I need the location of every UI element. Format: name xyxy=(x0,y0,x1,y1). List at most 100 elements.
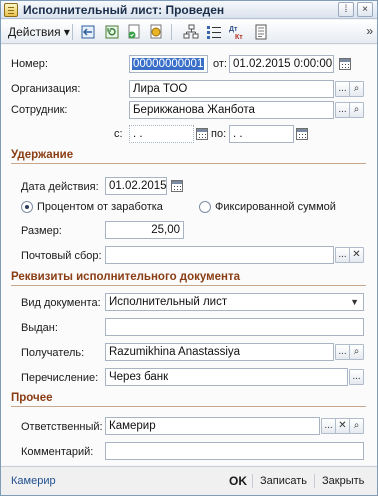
responsible-value: Камерир xyxy=(109,420,156,432)
post-doc-icon[interactable] xyxy=(126,24,142,40)
employee-open-button[interactable]: ⌕ xyxy=(349,102,364,118)
radio-fixed-label[interactable]: Фиксированной суммой xyxy=(215,201,336,213)
responsible-clear-button[interactable]: ✕ xyxy=(335,418,350,434)
arrow-back-icon[interactable] xyxy=(81,24,97,40)
period-from-field[interactable]: . . xyxy=(129,125,194,143)
section-divider xyxy=(11,163,366,164)
section-deduction-title: Удержание xyxy=(11,149,74,161)
ok-button[interactable]: OK xyxy=(229,474,247,488)
radio-percent[interactable] xyxy=(21,201,33,213)
action-date-value: 01.02.2015 xyxy=(109,180,167,192)
organization-label: Организация: xyxy=(11,83,81,95)
number-label: Номер: xyxy=(11,58,48,70)
period-to-field[interactable]: . . xyxy=(229,125,294,143)
action-date-field[interactable]: 01.02.2015 xyxy=(105,177,167,195)
section-requisites-title: Реквизиты исполнительного документа xyxy=(11,271,241,283)
comment-field[interactable] xyxy=(105,442,364,460)
number-value: 00000000001 xyxy=(132,58,205,70)
transfer-value: Через банк xyxy=(109,371,169,383)
comment-label: Комментарий: xyxy=(21,446,94,458)
organization-select-button[interactable]: ... xyxy=(335,81,350,97)
statusbar-separator xyxy=(314,474,315,488)
postal-fee-clear-button[interactable]: ✕ xyxy=(349,247,364,263)
toolbar: Действия ▾ Дт Кт » xyxy=(1,20,377,44)
document-date-field[interactable]: 01.02.2015 0:00:00 xyxy=(229,55,334,73)
list-icon[interactable] xyxy=(206,24,222,40)
organization-value: Лира ТОО xyxy=(133,83,188,95)
responsible-open-button[interactable]: ⌕ xyxy=(349,418,364,434)
print-doc-icon[interactable] xyxy=(253,24,269,40)
issued-field[interactable] xyxy=(105,318,364,336)
title-bar: Исполнительный лист: Проведен ⁞ × xyxy=(1,1,377,19)
issued-label: Выдан: xyxy=(21,322,58,334)
close-button[interactable]: Закрыть xyxy=(322,475,364,487)
document-date-value: 01.02.2015 0:00:00 xyxy=(233,58,333,70)
recipient-value: Razumikhina Anastassiya xyxy=(109,346,241,358)
svg-text:Дт: Дт xyxy=(229,26,238,33)
ellipsis-icon: ... xyxy=(338,83,347,94)
period-from-value: . . xyxy=(133,128,143,140)
svg-text:Кт: Кт xyxy=(235,34,243,40)
section-divider xyxy=(11,406,366,407)
action-date-label: Дата действия: xyxy=(21,181,99,193)
clear-icon: ✕ xyxy=(338,420,347,431)
window-title: Исполнительный лист: Проведен xyxy=(23,3,225,17)
responsible-select-button[interactable]: ... xyxy=(321,418,336,434)
postal-fee-label: Почтовый сбор: xyxy=(21,250,102,262)
search-icon: ⌕ xyxy=(353,420,360,431)
calendar-icon[interactable] xyxy=(339,58,351,70)
dt-kt-icon[interactable]: Дт Кт xyxy=(229,24,245,40)
radio-fixed[interactable] xyxy=(199,201,211,213)
search-icon: ⌕ xyxy=(353,104,360,115)
doc-type-label: Вид документа: xyxy=(21,297,101,309)
responsible-field[interactable]: Камерир xyxy=(105,417,320,435)
calendar-icon[interactable] xyxy=(196,128,208,140)
postal-fee-field[interactable] xyxy=(105,246,334,264)
clear-icon: ✕ xyxy=(352,249,361,260)
toolbar-separator xyxy=(171,24,172,40)
employee-field[interactable]: Берикжанова Жанбота xyxy=(129,101,334,119)
ellipsis-icon: ... xyxy=(338,104,347,115)
calendar-icon[interactable] xyxy=(171,180,183,192)
transfer-select-button[interactable]: ... xyxy=(349,369,364,385)
transfer-field[interactable]: Через банк xyxy=(105,368,348,386)
date-from-label: от: xyxy=(213,58,227,70)
close-window-button[interactable]: × xyxy=(357,2,373,17)
dropdown-arrow-icon: ▾ xyxy=(63,25,70,39)
radio-percent-label[interactable]: Процентом от заработка xyxy=(37,201,163,213)
window-menu-button[interactable]: ⁞ xyxy=(338,2,354,17)
chevron-down-icon[interactable]: ▼ xyxy=(350,294,359,310)
unpost-doc-icon[interactable] xyxy=(148,24,164,40)
structure-icon[interactable] xyxy=(183,24,199,40)
recipient-field[interactable]: Razumikhina Anastassiya xyxy=(105,343,334,361)
size-value: 25,00 xyxy=(151,224,180,236)
refresh-doc-icon[interactable] xyxy=(104,24,120,40)
period-from-label: с: xyxy=(114,128,123,140)
size-label: Размер: xyxy=(21,225,62,237)
organization-open-button[interactable]: ⌕ xyxy=(349,81,364,97)
recipient-select-button[interactable]: ... xyxy=(335,344,350,360)
calendar-icon[interactable] xyxy=(296,128,308,140)
save-button[interactable]: Записать xyxy=(260,475,307,487)
postal-fee-select-button[interactable]: ... xyxy=(335,247,350,263)
number-field[interactable]: 00000000001 xyxy=(129,55,208,73)
organization-field[interactable]: Лира ТОО xyxy=(129,80,334,98)
form-body: Номер: 00000000001 от: 01.02.2015 0:00:0… xyxy=(1,45,377,465)
doc-type-value: Исполнительный лист xyxy=(109,296,228,308)
recipient-open-button[interactable]: ⌕ xyxy=(349,344,364,360)
toolbar-overflow-button[interactable]: » xyxy=(366,24,373,38)
size-field[interactable]: 25,00 xyxy=(105,221,184,239)
section-other-title: Прочее xyxy=(11,392,53,404)
status-bar: Камерир OK Записать Закрыть xyxy=(1,466,377,495)
ellipsis-icon: ... xyxy=(352,371,361,382)
current-user-link[interactable]: Камерир xyxy=(11,475,56,487)
actions-menu-button[interactable]: Действия ▾ xyxy=(4,23,74,41)
close-icon: × xyxy=(362,4,368,15)
ellipsis-icon: ... xyxy=(324,420,333,431)
employee-value: Берикжанова Жанбота xyxy=(133,104,255,116)
doc-type-select[interactable]: Исполнительный лист ▼ xyxy=(105,293,364,311)
period-to-label: по: xyxy=(211,128,227,140)
more-dots-icon: ⁞ xyxy=(344,4,348,15)
actions-menu-label: Действия xyxy=(8,25,61,39)
employee-select-button[interactable]: ... xyxy=(335,102,350,118)
